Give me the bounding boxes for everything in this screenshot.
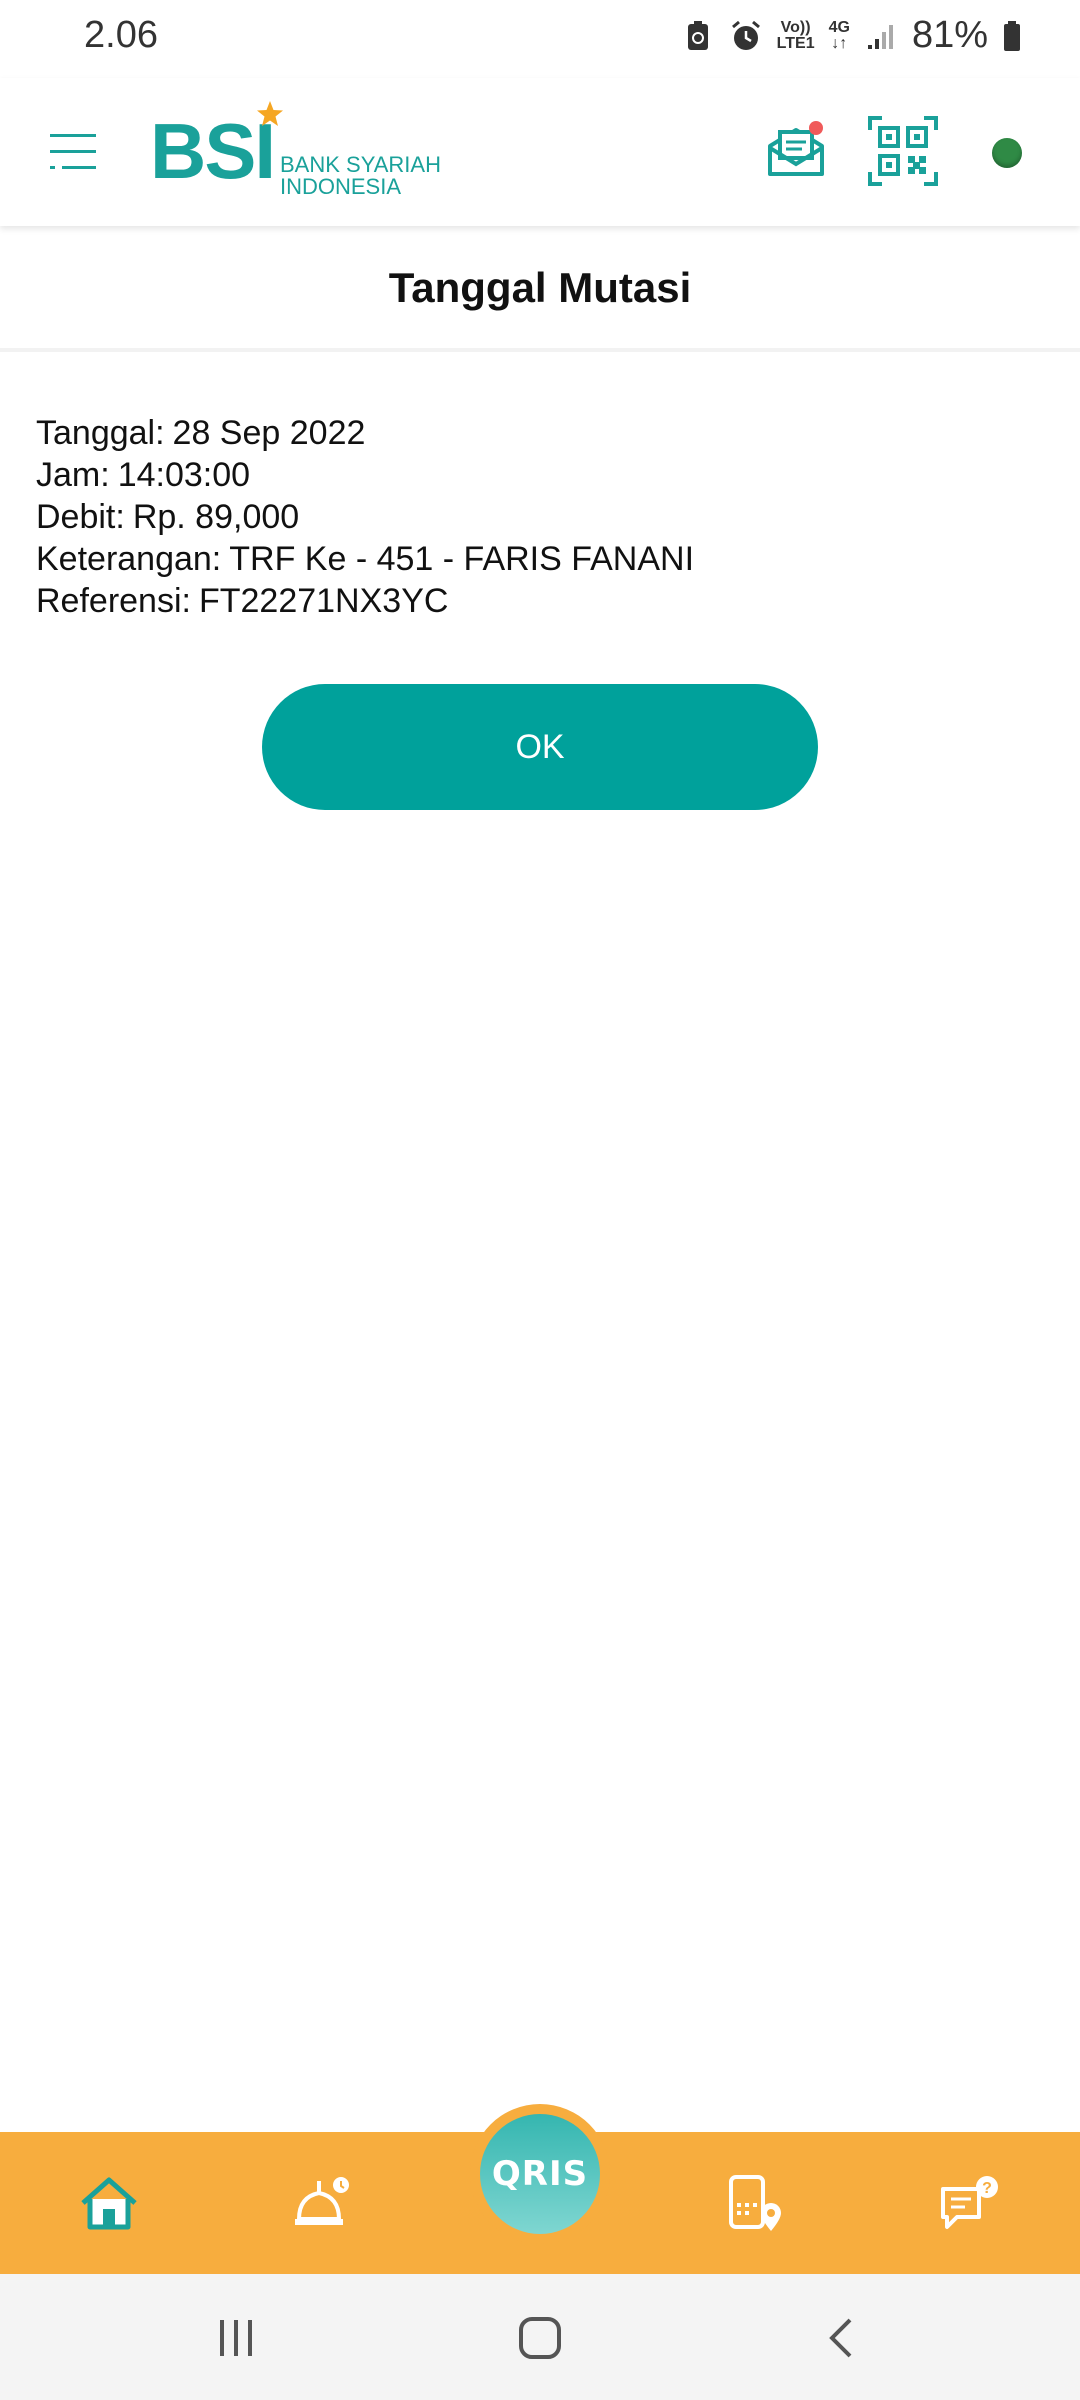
nav-home[interactable] (74, 2168, 144, 2238)
inbox-button[interactable] (764, 118, 828, 182)
battery-percent: 81% (911, 14, 988, 56)
back-button[interactable] (812, 2310, 872, 2366)
nav-islamic[interactable] (286, 2168, 356, 2238)
network-indicator: 4G ↓↑ (828, 18, 850, 52)
nav-help[interactable]: ? (936, 2168, 1006, 2238)
home-icon (81, 2177, 137, 2230)
detail-referensi: Referensi: FT22271NX3YC (36, 582, 449, 620)
status-time: 2.06 (84, 14, 158, 56)
profile-status-dot[interactable] (992, 138, 1022, 168)
volte-indicator: Vo)) LTE1 (776, 18, 815, 52)
star-icon (256, 100, 284, 128)
detail-debit: Debit: Rp. 89,000 (36, 498, 300, 536)
recent-apps-icon (220, 2320, 252, 2356)
qr-scan-button[interactable] (868, 116, 938, 186)
detail-jam: Jam: 14:03:00 (36, 456, 251, 494)
qris-button[interactable]: QRIS (480, 2114, 600, 2234)
status-icons: Vo)) LTE1 4G ↓↑ 81% (681, 14, 1022, 57)
bsi-logo: BSI BANK SYARIAH INDONESIA (150, 100, 450, 210)
recent-apps-button[interactable] (206, 2310, 266, 2366)
alarm-icon (729, 19, 763, 53)
detail-tanggal: Tanggal: 28 Sep 2022 (36, 414, 366, 452)
back-chevron-icon (829, 2318, 852, 2358)
logo-line2: INDONESIA (280, 174, 402, 199)
data-arrows-icon: ↓↑ (831, 34, 848, 52)
signal-icon (864, 19, 898, 53)
branch-locator-icon (729, 2175, 781, 2231)
hamburger-menu-icon[interactable] (50, 131, 96, 173)
svg-text:?: ? (982, 2180, 992, 2197)
mail-icon (768, 121, 824, 176)
status-bar: 2.06 Vo)) LTE1 4G ↓↑ 81% (0, 0, 1080, 78)
android-nav-bar (0, 2274, 1080, 2400)
qr-code-icon (868, 116, 938, 186)
battery-icon (1002, 19, 1022, 53)
page-title: Tanggal Mutasi (388, 264, 692, 311)
qris-icon: QRIS (491, 2154, 589, 2194)
detail-keterangan: Keterangan: TRF Ke - 451 - FARIS FANANI (36, 540, 695, 578)
transaction-details: Tanggal: 28 Sep 2022 Jam: 14:03:00 Debit: R… (36, 412, 694, 622)
nav-atm-locator[interactable] (720, 2168, 790, 2238)
ok-button[interactable]: OK (262, 684, 818, 810)
page-title-bar: Tanggal Mutasi (0, 228, 1080, 352)
help-chat-icon: ? (941, 2176, 998, 2229)
mosque-icon (295, 2177, 349, 2225)
battery-saver-icon (681, 19, 715, 53)
app-header: BSI BANK SYARIAH INDONESIA (0, 78, 1080, 226)
qris-button-wrap: QRIS (470, 2104, 610, 2244)
home-button[interactable] (510, 2310, 570, 2366)
home-square-icon (519, 2317, 561, 2359)
